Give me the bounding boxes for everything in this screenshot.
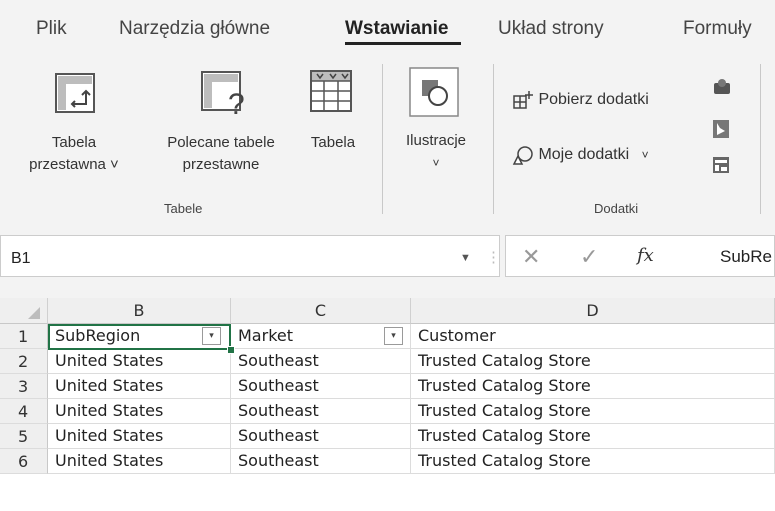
illustrations-chevron-icon: ˅ [432,156,440,170]
active-tab-underline [345,42,461,45]
tables-group-label: Tabele [164,201,203,216]
select-all-corner[interactable] [0,298,48,324]
header-cell-text: Customer [418,326,496,345]
addins-group-label: Dodatki [594,201,639,216]
table-cell[interactable]: United States [48,349,231,374]
name-box[interactable] [0,235,500,277]
recommended-pivot-button[interactable]: Polecane tabele przestawne [146,132,296,176]
bing-maps-icon[interactable] [712,119,730,144]
header-cell-market[interactable]: Market ▾ [231,324,411,349]
header-cell-customer[interactable]: Customer [411,324,775,349]
group-divider [493,64,494,214]
table-cell[interactable]: Southeast [231,374,411,399]
people-graph-icon[interactable] [712,156,730,179]
pivot-table-label-1: Tabela [51,134,97,151]
formula-content: SubRe [720,247,772,266]
row-header[interactable]: 1 [0,324,48,349]
my-addins-chevron-icon: ˅ [641,148,649,163]
table-cell[interactable]: Southeast [231,424,411,449]
my-addins-label: Moje dodatki [538,146,630,164]
row-header[interactable]: 3 [0,374,48,399]
table-cell[interactable]: Trusted Catalog Store [411,349,775,374]
column-header-c[interactable]: C [231,298,411,324]
table-button[interactable]: Tabela [300,132,366,154]
row-header[interactable]: 5 [0,424,48,449]
tab-insert[interactable]: Wstawianie [345,18,448,40]
illustrations-button[interactable]: Ilustracje ˅ [390,130,482,174]
active-cell-selection [48,324,231,350]
column-header-d[interactable]: D [411,298,775,324]
table-label: Tabela [310,134,356,151]
table-cell[interactable]: United States [48,374,231,399]
table-cell[interactable]: United States [48,449,231,474]
table-cell[interactable]: Southeast [231,449,411,474]
ribbon-tabs: Plik Narzędzia główne Wstawianie Układ s… [0,0,775,46]
get-addins-button[interactable]: Pobierz dodatki [512,90,649,110]
shapes-icon [512,145,534,165]
table-cell[interactable]: Trusted Catalog Store [411,424,775,449]
cancel-icon[interactable]: ✕ [522,244,540,270]
row-header[interactable]: 6 [0,449,48,474]
column-header-b[interactable]: B [48,298,231,324]
table-icon [308,68,354,119]
get-addins-label: Pobierz dodatki [538,91,649,109]
name-box-value: B1 [11,250,31,267]
name-box-dropdown-icon[interactable]: ▼ [460,252,471,264]
illustrations-label: Ilustracje [405,132,467,149]
illustrations-icon [408,66,460,123]
store-icon [512,90,534,110]
tab-home[interactable]: Narzędzia główne [119,18,270,40]
insert-function-icon[interactable]: fx [637,245,654,266]
recommended-pivot-label-1: Polecane tabele [167,134,275,151]
my-addins-button[interactable]: Moje dodatki ˅ [512,145,649,165]
recommended-pivot-label-2: przestawne [182,156,260,173]
group-divider [382,64,383,214]
table-cell[interactable]: Trusted Catalog Store [411,399,775,424]
visio-icon[interactable] [712,78,732,103]
filter-dropdown-icon[interactable]: ▾ [384,327,403,345]
table-cell[interactable]: United States [48,424,231,449]
table-cell[interactable]: United States [48,399,231,424]
tab-formulas[interactable]: Formuły [683,18,752,40]
group-divider [760,64,761,214]
table-cell[interactable]: Trusted Catalog Store [411,449,775,474]
row-header[interactable]: 2 [0,349,48,374]
header-cell-text: Market [238,326,293,345]
pivot-table-button[interactable]: Tabela przestawna ˅ [0,132,148,176]
row-header[interactable]: 4 [0,399,48,424]
pivot-table-icon [52,70,98,121]
table-cell[interactable]: Trusted Catalog Store [411,374,775,399]
tab-page-layout[interactable]: Układ strony [498,18,604,40]
table-cell[interactable]: Southeast [231,349,411,374]
pivot-table-label-2: przestawna ˅ [29,156,119,173]
table-cell[interactable]: Southeast [231,399,411,424]
ribbon: Tabela przestawna ˅ ? Polecane tabele pr… [0,46,775,224]
formula-bar-splitter[interactable]: ⋮ [486,248,501,266]
tab-file[interactable]: Plik [36,18,67,40]
fill-handle[interactable] [227,346,235,354]
recommended-pivot-icon: ? [198,68,262,123]
svg-text:?: ? [228,88,245,118]
enter-icon[interactable]: ✓ [580,244,598,270]
